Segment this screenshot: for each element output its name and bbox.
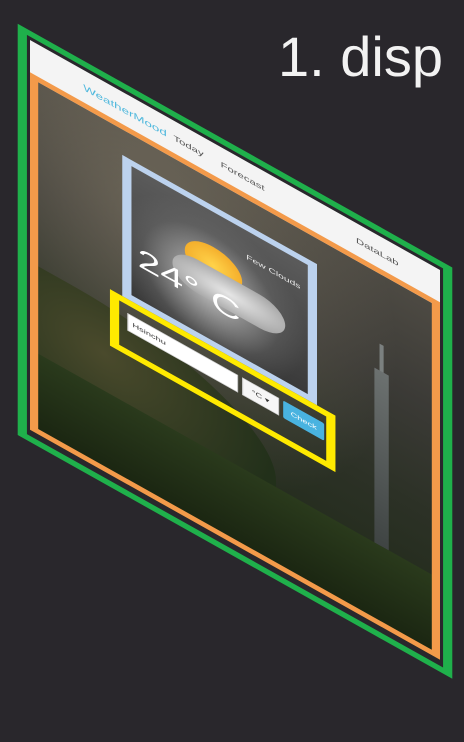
slide-canvas: 1. disp WeatherMood Today Forecast DataL…: [0, 0, 464, 742]
app-screenshot: WeatherMood Today Forecast DataLab Few C…: [17, 23, 453, 679]
slide-title: 1. disp: [278, 25, 443, 88]
